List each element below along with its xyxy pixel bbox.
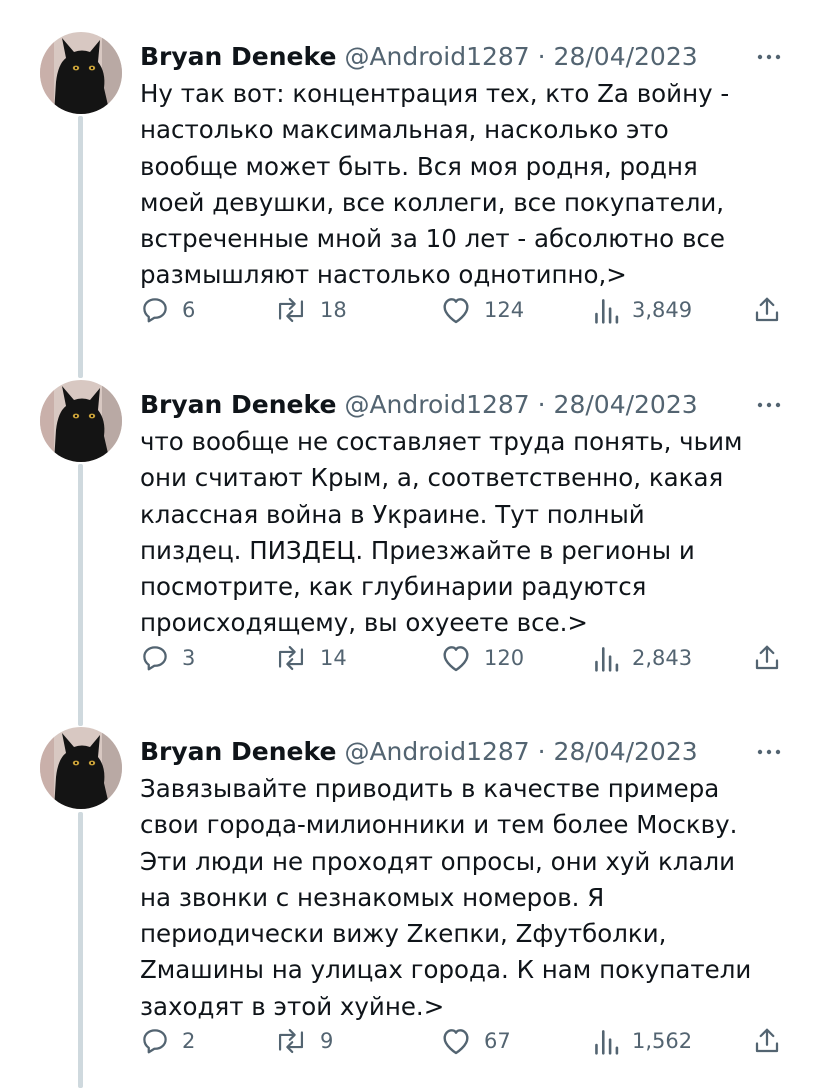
retweet-count: 14 (320, 646, 347, 670)
retweet-icon (278, 297, 304, 323)
reply-icon (143, 646, 167, 671)
thread-line-3 (78, 812, 83, 1088)
tweet-actions: 6 18 124 3,849 (140, 290, 790, 330)
views-count: 3,849 (632, 298, 693, 322)
views-button[interactable]: 3,849 (592, 290, 692, 330)
author-handle-date[interactable]: @Android1287 · 28/04/2023 (344, 737, 697, 766)
author-name[interactable]: Bryan Deneke (140, 737, 336, 766)
retweet-icon (278, 645, 304, 671)
reply-count: 3 (182, 646, 196, 670)
reply-icon (143, 1029, 167, 1054)
reply-button[interactable]: 3 (140, 638, 195, 678)
like-button[interactable]: 67 (440, 1021, 511, 1061)
views-icon (595, 299, 619, 324)
share-button[interactable] (752, 1021, 782, 1061)
retweet-button[interactable]: 9 (274, 1021, 333, 1061)
views-icon (595, 1030, 619, 1055)
share-icon (755, 645, 779, 670)
retweet-button[interactable]: 14 (274, 638, 347, 678)
tweet-text: Завязывайте приводить в качестве примера… (140, 774, 752, 1021)
share-button[interactable] (752, 638, 782, 678)
tweet-actions: 2 9 67 1,562 (140, 1021, 790, 1061)
retweet-icon (278, 1028, 304, 1054)
more-options-icon[interactable] (751, 735, 787, 769)
like-button[interactable]: 120 (440, 638, 524, 678)
heart-icon (443, 646, 469, 672)
thread-line-1 (78, 116, 83, 378)
views-button[interactable]: 2,843 (592, 638, 692, 678)
share-button[interactable] (752, 290, 782, 330)
share-icon (755, 1028, 779, 1053)
avatar[interactable] (40, 380, 122, 462)
tweet-header: Bryan Deneke @Android1287 · 28/04/2023 (140, 388, 787, 422)
avatar[interactable] (40, 727, 122, 809)
share-icon (755, 297, 779, 322)
author-handle-date[interactable]: @Android1287 · 28/04/2023 (344, 42, 697, 71)
retweet-count: 18 (320, 298, 347, 322)
like-count: 67 (484, 1029, 511, 1053)
tweet-text: Ну так вот: концентрация тех, кто Za вой… (140, 79, 730, 290)
tweet-actions: 3 14 120 2,843 (140, 638, 790, 678)
retweet-button[interactable]: 18 (274, 290, 347, 330)
views-count: 2,843 (632, 646, 693, 670)
tweet-header: Bryan Deneke @Android1287 · 28/04/2023 (140, 735, 787, 769)
reply-button[interactable]: 2 (140, 1021, 195, 1061)
tweet-text: что вообще не составляет труда понять, ч… (140, 427, 743, 638)
reply-button[interactable]: 6 (140, 290, 195, 330)
heart-icon (443, 298, 469, 324)
like-count: 124 (484, 298, 525, 322)
thread-line-2 (78, 464, 83, 726)
views-icon (595, 647, 619, 672)
reply-count: 2 (182, 1029, 196, 1053)
like-count: 120 (484, 646, 525, 670)
more-options-icon[interactable] (751, 388, 787, 422)
like-button[interactable]: 124 (440, 290, 524, 330)
retweet-count: 9 (320, 1029, 334, 1053)
reply-icon (143, 298, 167, 323)
more-options-icon[interactable] (751, 40, 787, 74)
views-count: 1,562 (632, 1029, 693, 1053)
views-button[interactable]: 1,562 (592, 1021, 692, 1061)
author-name[interactable]: Bryan Deneke (140, 390, 336, 419)
author-name[interactable]: Bryan Deneke (140, 42, 336, 71)
tweet-header: Bryan Deneke @Android1287 · 28/04/2023 (140, 40, 787, 74)
heart-icon (443, 1029, 469, 1055)
avatar[interactable] (40, 32, 122, 114)
author-handle-date[interactable]: @Android1287 · 28/04/2023 (344, 390, 697, 419)
reply-count: 6 (182, 298, 196, 322)
